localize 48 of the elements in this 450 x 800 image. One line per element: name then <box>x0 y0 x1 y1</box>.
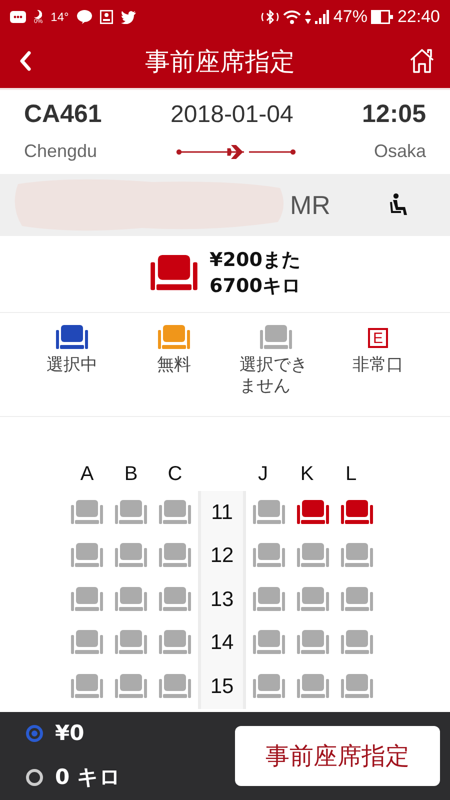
wifi-icon <box>283 10 302 24</box>
signal-icon <box>315 10 330 24</box>
speech-bubble-icon <box>76 10 92 24</box>
flight-number: CA461 <box>24 100 102 129</box>
seat-icon[interactable] <box>341 500 373 526</box>
seat-price: 6700キロ <box>210 274 300 299</box>
seat-icon[interactable] <box>297 500 329 526</box>
record-icon <box>100 10 113 24</box>
option-label: 0 キロ <box>55 764 121 791</box>
seat-icon <box>150 255 198 293</box>
column-letter: B <box>123 462 139 486</box>
battery-icon <box>371 10 394 24</box>
option-label: ¥0 <box>55 721 84 745</box>
flight-date: 2018-01-04 <box>170 100 294 128</box>
column-letter: L <box>344 462 358 486</box>
departure-time: 12:05 <box>362 100 426 129</box>
radio-button[interactable] <box>26 724 43 742</box>
legend-label: 選択できません <box>239 355 308 398</box>
seat-icon <box>260 325 292 351</box>
clock: 22:40 <box>397 7 440 27</box>
seat-icon <box>56 325 88 351</box>
bluetooth-icon <box>261 10 280 24</box>
legend-label: 選択中 <box>46 355 98 376</box>
seat-price: ¥200また <box>210 248 300 274</box>
column-letter: J <box>257 462 269 486</box>
battery-percent: 47% <box>333 7 368 27</box>
temperature: 14° <box>50 10 69 24</box>
row-number: 14 <box>210 631 234 656</box>
row-number: 15 <box>210 674 234 699</box>
seat-icon <box>158 325 190 351</box>
legend-label: 非常口 <box>352 355 404 376</box>
moon-icon <box>34 10 42 18</box>
bird-icon <box>120 10 136 24</box>
chat-icon <box>10 11 26 23</box>
exit-badge: E <box>368 328 388 348</box>
row-number: 12 <box>210 544 234 568</box>
passenger-title: MR <box>290 190 330 220</box>
column-letter: C <box>166 462 184 486</box>
column-letter: A <box>79 462 95 486</box>
reserve-seat-button[interactable]: 事前座席指定 <box>235 726 440 786</box>
page-title: 事前座席指定 <box>145 46 295 78</box>
origin-city: Chengdu <box>24 141 98 162</box>
column-letter: K <box>299 462 315 486</box>
destination-city: Osaka <box>374 141 426 162</box>
data-arrows-icon <box>305 10 312 24</box>
legend-label: 無料 <box>157 355 191 376</box>
row-number: 13 <box>210 588 234 612</box>
row-number: 11 <box>211 500 233 525</box>
